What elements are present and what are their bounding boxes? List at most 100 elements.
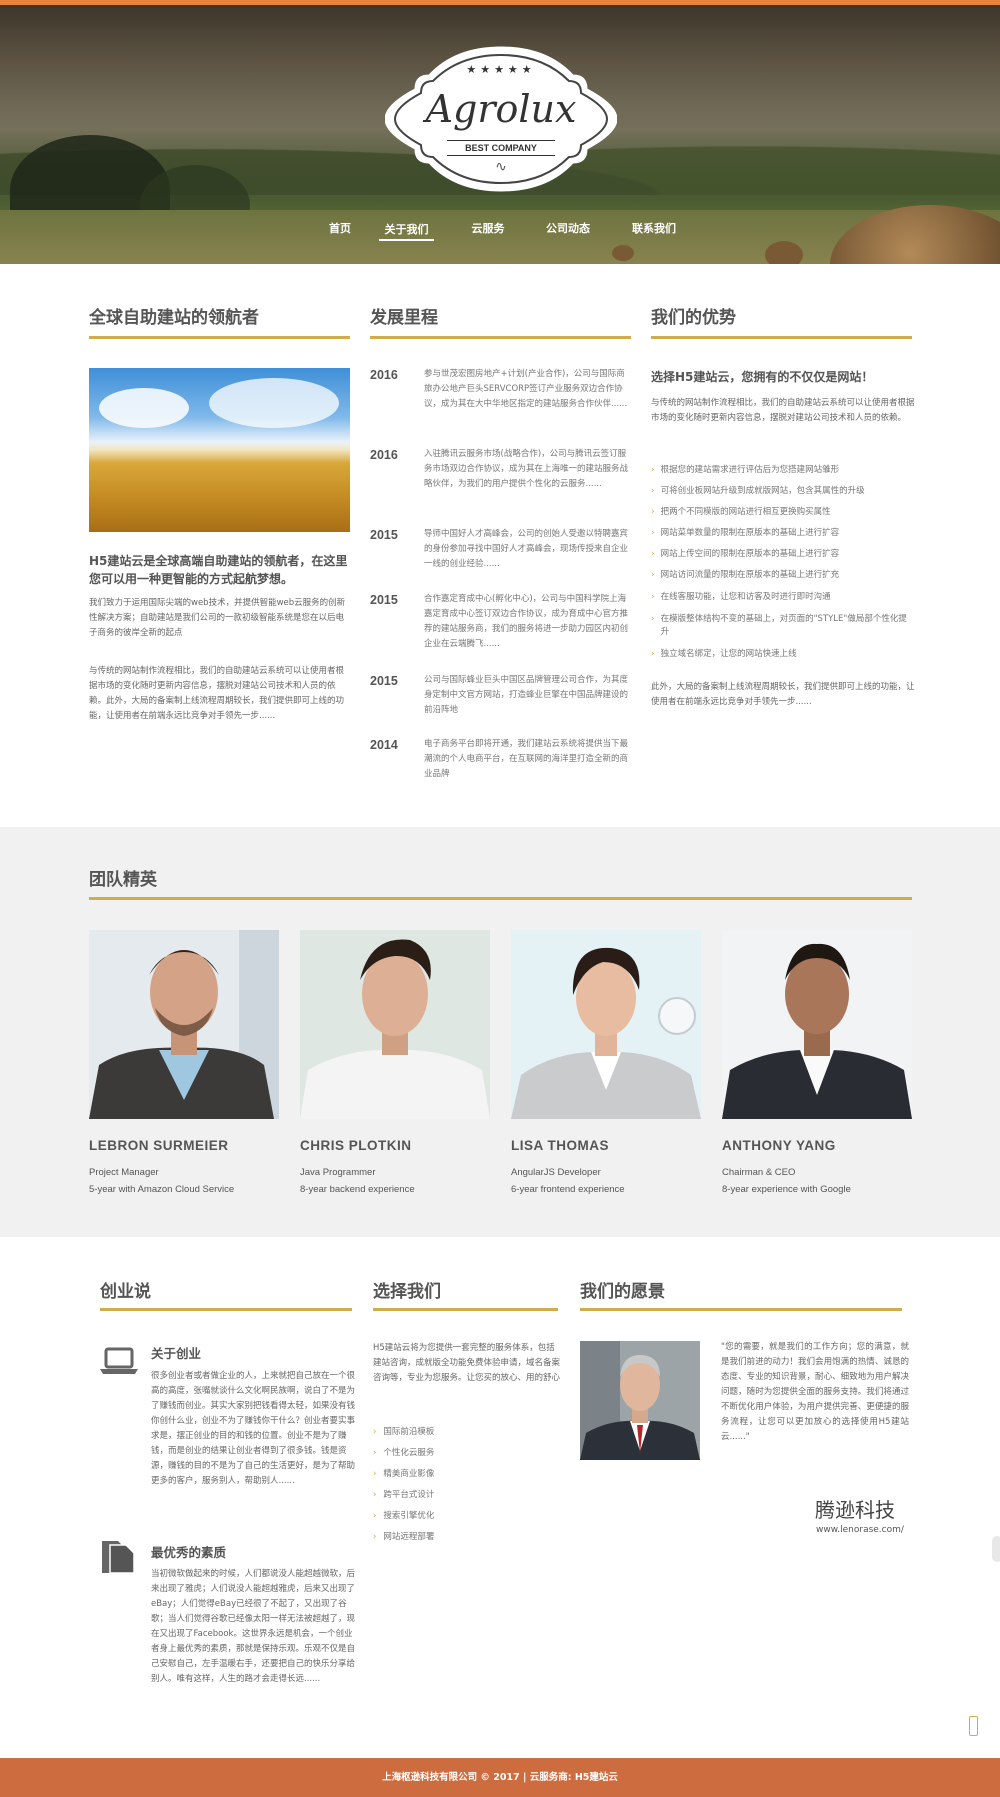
vision-quote: "您的需要，就是我们的工作方向；您的满意，就是我们前进的动力！我们会用饱满的热情… bbox=[721, 1342, 909, 1442]
nav-item-contact[interactable]: 联系我们 bbox=[626, 221, 682, 241]
executive-photo bbox=[580, 1341, 700, 1460]
arrow-right-icon: › bbox=[651, 465, 655, 475]
leader-paragraph-1: 我们致力于运用国际尖端的web技术，并提供智能web云服务的创新性解决方案；自助… bbox=[89, 598, 346, 638]
nav-label: 关于我们 bbox=[384, 223, 429, 236]
choose-item[interactable]: › 搜索引擎优化 bbox=[373, 1506, 434, 1527]
wheat-field-image bbox=[89, 368, 350, 532]
member-name: CHRIS PLOTKIN bbox=[300, 1138, 412, 1153]
logo-stars: ★★★★★ bbox=[466, 63, 536, 76]
logo-tagline: BEST COMPANY bbox=[447, 140, 555, 156]
milestone-text: 电子商务平台即将开通，我们建站云系统将提供当下最潮流的个人电商平台，在互联网的海… bbox=[424, 739, 629, 779]
gold-divider bbox=[373, 1308, 558, 1311]
nav-label: 云服务 bbox=[471, 222, 505, 235]
choose-item[interactable]: › 精美商业影像 bbox=[373, 1464, 434, 1485]
arrow-right-icon: › bbox=[651, 649, 655, 659]
milestone-text: 公司与国际蜂业巨头中国区品牌管理公司合作，为其度身定制中文官方网站，打造蜂业巨擎… bbox=[424, 675, 629, 715]
hay-bale bbox=[612, 245, 634, 261]
milestone-year: 2016 bbox=[370, 448, 398, 462]
advantages-outro: 此外，大局的备案制上线流程周期较长，我们提供即可上线的功能，让使用者在前端永远比… bbox=[651, 682, 915, 707]
nav-label: 联系我们 bbox=[632, 222, 676, 235]
section-title-startup: 创业说 bbox=[100, 1282, 151, 1302]
choose-list: › 国际前沿模板 › 个性化云服务 › 精美商业影像 › 跨平台式设计 › 搜索引擎优化 … bbox=[373, 1422, 434, 1548]
advantage-text: 根据您的建站需求进行评估后为您搭建网站雏形 bbox=[660, 465, 840, 475]
choose-item[interactable]: › 个性化云服务 bbox=[373, 1443, 434, 1464]
side-float-tab[interactable] bbox=[992, 1536, 1000, 1562]
milestone-year: 2015 bbox=[370, 674, 398, 688]
member-experience: 6-year frontend experience bbox=[511, 1184, 625, 1195]
nav-label: 首页 bbox=[329, 222, 351, 235]
arrow-right-icon: › bbox=[651, 486, 655, 496]
company-url[interactable]: www.lenorase.com/ bbox=[816, 1525, 904, 1535]
arrow-right-icon: › bbox=[651, 614, 655, 624]
arrow-right-icon: › bbox=[373, 1490, 377, 1500]
choose-item-label: 个性化云服务 bbox=[383, 1448, 435, 1458]
choose-item[interactable]: › 网站远程部署 bbox=[373, 1527, 434, 1548]
milestone-year: 2014 bbox=[370, 738, 398, 752]
startup-subtitle-2: 最优秀的素质 bbox=[151, 1545, 227, 1560]
nav-item-news[interactable]: 公司动态 bbox=[540, 221, 596, 241]
advantage-item: › 网站菜单数量的限制在原版本的基础上进行扩容 bbox=[651, 527, 916, 540]
team-photo-chris bbox=[300, 930, 490, 1119]
member-role: Java Programmer bbox=[300, 1167, 376, 1178]
startup-text-1: 很多创业者或者做企业的人，上来就把自己放在一个很高的高度，张嘴就谈什么文化啊民族… bbox=[151, 1371, 356, 1486]
gold-divider bbox=[651, 336, 912, 339]
choose-item-label: 搜索引擎优化 bbox=[383, 1511, 435, 1521]
advantage-item: › 根据您的建站需求进行评估后为您搭建网站雏形 bbox=[651, 464, 916, 477]
nav-item-about[interactable]: 关于我们 bbox=[379, 221, 434, 241]
choose-item[interactable]: › 国际前沿模板 bbox=[373, 1422, 434, 1443]
arrow-right-icon: › bbox=[373, 1511, 377, 1521]
advantage-text: 可将创业板网站升级到成就版网站，包含其属性的升级 bbox=[660, 486, 865, 496]
team-photo-anthony bbox=[722, 930, 912, 1119]
advantages-headline: 选择H5建站云，您拥有的不仅仅是网站！ bbox=[651, 370, 874, 384]
gold-divider bbox=[89, 897, 912, 900]
choose-intro: H5建站云将为您提供一套完整的服务体系，包括建站咨询，成就版全功能免费体验申请，… bbox=[373, 1343, 561, 1383]
member-name: LISA THOMAS bbox=[511, 1138, 609, 1153]
milestone-text: 参与世茂宏图房地产+计划(产业合作)，公司与国际商旅办公地产巨头SERVCORP… bbox=[424, 369, 628, 409]
gold-divider bbox=[370, 336, 631, 339]
team-photo-lisa bbox=[511, 930, 701, 1119]
arrow-right-icon: › bbox=[373, 1532, 377, 1542]
choose-item-label: 跨平台式设计 bbox=[383, 1490, 435, 1500]
advantage-text: 在线客服功能，让您和访客及时进行即时沟通 bbox=[660, 592, 831, 602]
startup-text-2: 当初微软做起来的时候，人们都说没人能超越微软，后来出现了雅虎；人们说没人能超越雅… bbox=[151, 1569, 356, 1684]
footer: 上海枢逊科技有限公司 © 2017 | 云服务商: H5建站云 bbox=[0, 1758, 1000, 1797]
milestone-year: 2015 bbox=[370, 593, 398, 607]
leader-paragraph-2: 与传统的网站制作流程相比，我们的自助建站云系统可以让使用者根据市场的变化随时更新… bbox=[89, 666, 345, 721]
choose-item-label: 网站远程部署 bbox=[383, 1532, 435, 1542]
advantage-text: 网站上传空间的限制在原版本的基础上进行扩容 bbox=[660, 549, 840, 559]
advantages-intro: 与传统的网站制作流程相比，我们的自助建站云系统可以让使用者根据市场的变化随时更新… bbox=[651, 398, 915, 423]
member-role: AngularJS Developer bbox=[511, 1167, 601, 1178]
arrow-right-icon: › bbox=[651, 507, 655, 517]
leader-headline: H5建站云是全球高端自助建站的领航者，在这里您可以用一种更智能的方式起航梦想。 bbox=[89, 554, 348, 586]
advantage-text: 网站菜单数量的限制在原版本的基础上进行扩容 bbox=[660, 528, 840, 538]
advantage-item: › 在模版整体结构不变的基础上，对页面的"STYLE"做局部个性化提升 bbox=[651, 613, 916, 639]
member-role: Chairman & CEO bbox=[722, 1167, 796, 1178]
member-name: LEBRON SURMEIER bbox=[89, 1138, 229, 1153]
choose-item[interactable]: › 跨平台式设计 bbox=[373, 1485, 434, 1506]
section-title-advantages: 我们的优势 bbox=[651, 308, 736, 328]
nav-label: 公司动态 bbox=[546, 222, 590, 235]
section-title-vision: 我们的愿景 bbox=[580, 1282, 665, 1302]
member-experience: 8-year backend experience bbox=[300, 1184, 415, 1195]
nav-item-cloud[interactable]: 云服务 bbox=[466, 221, 510, 241]
logo[interactable]: ★★★★★ Agrolux BEST COMPANY ∿ bbox=[385, 45, 617, 193]
section-title-team: 团队精英 bbox=[89, 870, 157, 890]
arrow-right-icon: › bbox=[373, 1427, 377, 1437]
gold-divider bbox=[580, 1308, 902, 1311]
company-brand: 腾逊科技 bbox=[815, 1498, 895, 1522]
arrow-right-icon: › bbox=[373, 1469, 377, 1479]
gold-divider bbox=[89, 336, 350, 339]
document-icon bbox=[100, 1539, 136, 1579]
advantage-text: 在模版整体结构不变的基础上，对页面的"STYLE"做局部个性化提升 bbox=[660, 614, 907, 637]
nav-item-home[interactable]: 首页 bbox=[320, 221, 360, 241]
back-to-top-button[interactable] bbox=[969, 1716, 978, 1736]
hero-banner: ★★★★★ Agrolux BEST COMPANY ∿ 首页 关于我们 云服务… bbox=[0, 0, 1000, 264]
milestone-text: 导师中国好人才高峰会，公司的创始人受邀以特聘嘉宾的身份参加寻找中国好人才高峰会，… bbox=[424, 529, 629, 569]
advantage-item: › 网站访问流量的限制在原版本的基础上进行扩充 bbox=[651, 569, 916, 582]
footer-text: 上海枢逊科技有限公司 © 2017 | 云服务商: H5建站云 bbox=[382, 1772, 618, 1783]
member-role: Project Manager bbox=[89, 1167, 159, 1178]
advantage-item: › 把两个不同模版的网站进行相互更换购买属性 bbox=[651, 506, 916, 519]
logo-swirl-icon: ∿ bbox=[495, 159, 507, 175]
page: ★★★★★ Agrolux BEST COMPANY ∿ 首页 关于我们 云服务… bbox=[0, 0, 1000, 1797]
arrow-right-icon: › bbox=[651, 549, 655, 559]
